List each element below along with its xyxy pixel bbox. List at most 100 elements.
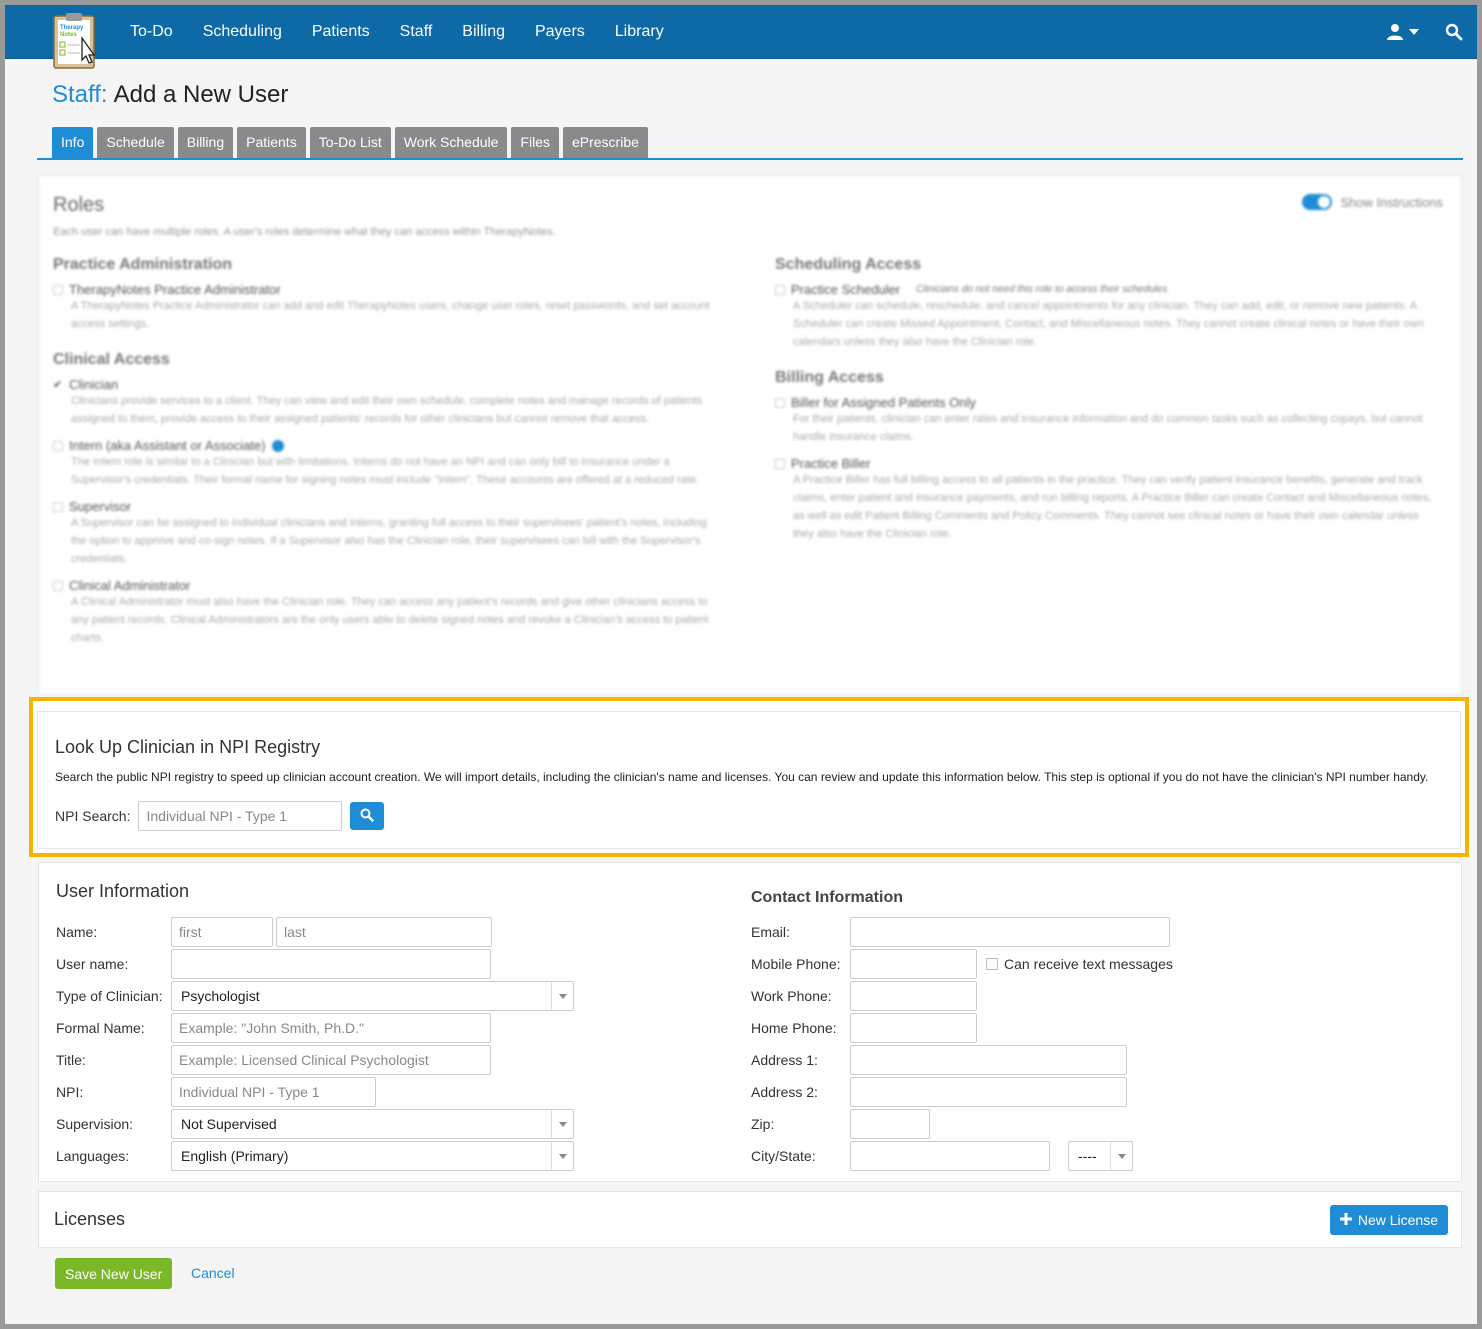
name-row: Name: (56, 917, 492, 947)
save-new-user-button[interactable]: Save New User (55, 1258, 173, 1289)
nav-scheduling[interactable]: Scheduling (188, 5, 297, 59)
breadcrumb-staff[interactable]: Staff: (52, 81, 108, 108)
address1-input[interactable] (850, 1045, 1127, 1075)
role-checkbox[interactable] (53, 440, 63, 451)
tab-billing[interactable]: Billing (177, 127, 234, 158)
tab-files[interactable]: Files (511, 127, 559, 158)
city-input[interactable] (850, 1141, 1050, 1171)
app-frame: Therapy Notes To-Do Scheduling Patients … (5, 5, 1477, 1324)
logo-text: Therapy (60, 25, 84, 31)
cancel-link[interactable]: Cancel (191, 1265, 235, 1281)
clinician-type-row: Type of Clinician: Psychologist (56, 981, 574, 1011)
languages-select[interactable]: English (Primary) (171, 1141, 574, 1171)
npi-search-label: NPI Search: (55, 808, 131, 824)
nav-todo[interactable]: To-Do (115, 5, 188, 59)
last-name-input[interactable] (276, 917, 492, 947)
text-messages-checkbox[interactable] (986, 958, 998, 970)
address2-input[interactable] (850, 1077, 1127, 1107)
role-biller-assigned: Biller for Assigned Patients Only For th… (775, 395, 1435, 446)
user-icon (1386, 23, 1404, 41)
home-phone-input[interactable] (850, 1013, 977, 1043)
roles-panel: Roles Each user can have multiple roles.… (38, 175, 1462, 695)
home-phone-row: Home Phone: (751, 1013, 977, 1043)
user-info-panel: User Information Name: User name: Type o… (38, 862, 1462, 1182)
role-checkbox[interactable] (775, 284, 785, 295)
toggle-label: Show Instructions (1340, 194, 1443, 210)
nav-billing[interactable]: Billing (447, 5, 520, 59)
role-checkbox[interactable] (53, 284, 63, 295)
info-icon[interactable] (271, 439, 284, 452)
role-checkbox[interactable] (775, 397, 785, 408)
new-license-button[interactable]: New License (1329, 1205, 1448, 1235)
therapynotes-logo[interactable]: Therapy Notes (52, 10, 98, 70)
role-clinician: ✔ Clinician Clinicians provide services t… (53, 377, 703, 425)
search-icon[interactable] (1445, 23, 1463, 41)
first-name-input[interactable] (171, 917, 273, 947)
clinical-access-heading: Clinical Access (53, 351, 170, 368)
tab-info[interactable]: Info (52, 127, 94, 158)
practice-admin-heading: Practice Administration (53, 256, 233, 273)
roles-left-column: Practice Administration TherapyNotes Pra… (53, 256, 713, 657)
role-checkbox[interactable] (53, 501, 63, 512)
tab-patients[interactable]: Patients (237, 127, 306, 158)
billing-access-heading: Billing Access (775, 369, 884, 386)
npi-search-button[interactable] (350, 802, 385, 830)
nav-right (1386, 5, 1463, 59)
top-navbar: Therapy Notes To-Do Scheduling Patients … (5, 5, 1477, 69)
page-title: Staff: Add a New User (52, 81, 288, 109)
npi-input[interactable] (171, 1077, 376, 1107)
nav-library[interactable]: Library (600, 5, 679, 59)
work-phone-row: Work Phone: (751, 981, 977, 1011)
work-phone-input[interactable] (850, 981, 977, 1011)
languages-row: Languages: English (Primary) (56, 1141, 574, 1171)
role-intern: Intern (aka Assistant or Associate) The … (53, 438, 713, 489)
username-input[interactable] (171, 949, 491, 979)
main-nav: To-Do Scheduling Patients Staff Billing … (115, 5, 679, 59)
checkmark-icon[interactable]: ✔ (53, 378, 63, 391)
contact-info-title: Contact Information (751, 889, 903, 906)
clinician-type-select[interactable]: Psychologist (171, 981, 574, 1011)
nav-staff[interactable]: Staff (385, 5, 448, 59)
show-instructions-toggle[interactable]: Show Instructions (1302, 194, 1443, 210)
chevron-down-icon (551, 982, 573, 1010)
chevron-down-icon (1110, 1142, 1132, 1170)
tab-eprescribe[interactable]: ePrescribe (562, 127, 648, 158)
city-state-row: City/State: ---- (751, 1141, 1133, 1171)
mobile-phone-row: Mobile Phone: Can receive text messages (751, 949, 1173, 979)
role-practice-biller: Practice Biller A Practice Biller has fu… (775, 456, 1435, 543)
nav-payers[interactable]: Payers (520, 5, 600, 59)
roles-subtitle: Each user can have multiple roles. A use… (53, 226, 556, 238)
tab-todo-list[interactable]: To-Do List (309, 127, 391, 158)
email-row: Email: (751, 917, 1170, 947)
role-supervisor: Supervisor A Supervisor can be assigned … (53, 499, 713, 568)
formal-name-row: Formal Name: (56, 1013, 491, 1043)
email-input[interactable] (850, 917, 1170, 947)
licenses-title: Licenses (54, 1209, 126, 1229)
licenses-panel: Licenses New License (38, 1191, 1462, 1248)
tab-underline (37, 158, 1463, 160)
toggle-switch[interactable] (1302, 194, 1333, 210)
role-checkbox[interactable] (775, 458, 785, 469)
user-menu-button[interactable] (1386, 23, 1419, 41)
zip-input[interactable] (850, 1109, 930, 1139)
title-row: Title: (56, 1045, 491, 1075)
npi-title: Look Up Clinician in NPI Registry (55, 737, 321, 757)
npi-description: Search the public NPI registry to speed … (55, 770, 1429, 784)
chevron-down-icon (551, 1142, 573, 1170)
address1-row: Address 1: (751, 1045, 1127, 1075)
formal-name-input[interactable] (171, 1013, 491, 1043)
scheduling-access-heading: Scheduling Access (775, 256, 922, 273)
state-select[interactable]: ---- (1068, 1141, 1133, 1171)
role-checkbox[interactable] (53, 580, 63, 591)
caret-down-icon (1409, 29, 1419, 35)
title-input[interactable] (171, 1045, 491, 1075)
npi-search-input[interactable] (138, 801, 343, 831)
nav-patients[interactable]: Patients (297, 5, 385, 59)
mobile-phone-input[interactable] (850, 949, 977, 979)
username-row: User name: (56, 949, 491, 979)
supervision-select[interactable]: Not Supervised (171, 1109, 574, 1139)
tab-work-schedule[interactable]: Work Schedule (394, 127, 508, 158)
tab-schedule[interactable]: Schedule (97, 127, 174, 158)
user-info-title: User Information (56, 881, 190, 901)
npi-row: NPI: (56, 1077, 376, 1107)
